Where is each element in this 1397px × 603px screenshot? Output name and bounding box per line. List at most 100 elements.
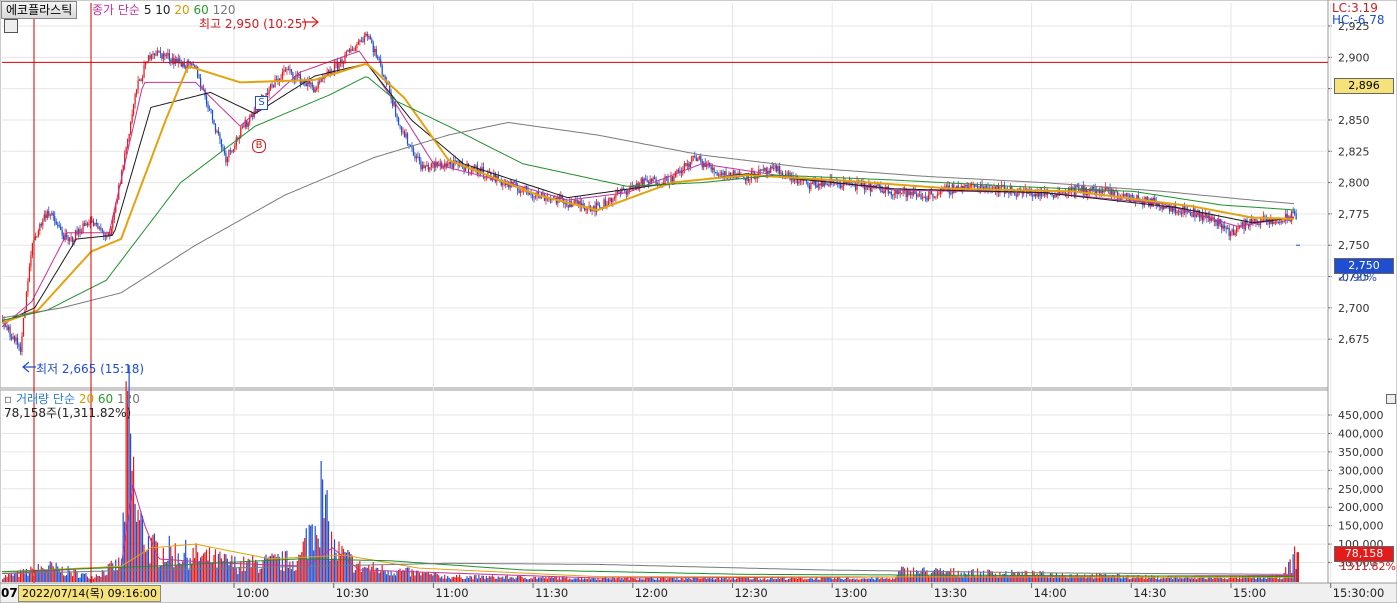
- volume-bar: [290, 569, 292, 582]
- candle-body: [945, 186, 947, 188]
- volume-bar: [1265, 578, 1267, 582]
- volume-bar: [336, 560, 339, 582]
- volume-bar: [525, 579, 528, 582]
- volume-bar: [1294, 546, 1296, 582]
- candle-body: [1103, 190, 1105, 193]
- candle-body: [691, 156, 693, 163]
- candle-body: [141, 77, 144, 82]
- volume-bar: [729, 579, 732, 582]
- candle-body: [935, 196, 937, 198]
- candle-body: [1115, 191, 1117, 193]
- candle-body: [502, 182, 504, 186]
- volume-bar: [132, 456, 135, 582]
- volume-bar: [779, 578, 781, 582]
- vol-legend-ma20: 20: [78, 392, 95, 406]
- volume-bar: [554, 576, 556, 582]
- candle-body: [889, 191, 891, 194]
- candle-body: [420, 160, 422, 170]
- volume-bar: [40, 566, 42, 582]
- candle-body: [463, 167, 465, 171]
- candle-body: [1191, 215, 1193, 217]
- volume-bar: [930, 573, 933, 582]
- volume-bar: [1036, 573, 1038, 582]
- volume-bar: [275, 557, 278, 582]
- volume-bar: [460, 577, 462, 582]
- x-axis-panel: [0, 582, 1397, 603]
- volume-bar: [682, 578, 684, 582]
- candle-body: [266, 93, 269, 95]
- volume-bar: [15, 572, 17, 582]
- volume-bar: [490, 576, 492, 582]
- time-tick-label: 12:00: [635, 586, 668, 600]
- volume-bar: [24, 573, 26, 582]
- volume-bar: [325, 494, 327, 582]
- volume-bar: [686, 578, 688, 582]
- volume-bar: [1030, 577, 1032, 582]
- candle-body: [77, 228, 80, 235]
- volume-bar: [520, 575, 522, 582]
- stock-name-tab[interactable]: 에코플라스틱: [1, 1, 78, 19]
- volume-bar: [424, 572, 426, 582]
- volume-bar: [540, 577, 543, 582]
- volume-bar: [1143, 579, 1145, 582]
- candle-body: [1160, 206, 1162, 208]
- volume-bar: [472, 579, 474, 582]
- volume-bar: [886, 577, 888, 582]
- candle-body: [345, 51, 348, 55]
- volume-bar: [70, 572, 72, 582]
- volume-bar: [909, 570, 912, 582]
- candle-body: [19, 346, 22, 352]
- volume-bar: [677, 579, 679, 582]
- volume-tick-label: 350,000: [1338, 446, 1384, 459]
- date-tooltip: 2022/07/14(목) 09:16:00: [18, 585, 162, 602]
- volume-bar: [737, 577, 739, 582]
- volume-bar: [746, 578, 748, 582]
- volume-bar: [860, 578, 863, 582]
- volume-bar: [1107, 577, 1110, 582]
- volume-bar: [959, 577, 961, 582]
- volume-bar: [841, 578, 843, 582]
- volume-bar: [1038, 576, 1040, 582]
- candle-body: [714, 171, 717, 173]
- volume-bar: [461, 579, 464, 582]
- volume-bar: [758, 579, 760, 582]
- candle-body: [283, 69, 285, 72]
- price-change: -0.90%: [1338, 271, 1377, 284]
- buy-marker[interactable]: B: [252, 139, 266, 153]
- grid-menu-icon[interactable]: [4, 19, 18, 33]
- volume-bar: [756, 577, 758, 582]
- volume-bar: [884, 578, 886, 582]
- candle-body: [445, 163, 447, 167]
- volume-bar: [1079, 577, 1081, 582]
- volume-bar: [652, 578, 654, 582]
- volume-bar: [773, 579, 775, 582]
- stock-chart[interactable]: 2,6752,7002,7252,7502,7752,8002,8252,850…: [0, 0, 1397, 603]
- candle-body: [18, 344, 20, 347]
- candle-body: [228, 150, 230, 158]
- volume-bar: [707, 578, 709, 582]
- volume-bar: [326, 490, 328, 582]
- candle-body: [1292, 211, 1294, 213]
- sell-marker[interactable]: S: [255, 96, 268, 110]
- volume-bar: [653, 579, 656, 582]
- volume-bar: [717, 577, 720, 582]
- volume-bar: [188, 570, 190, 582]
- candle-body: [229, 150, 232, 152]
- volume-bar: [799, 577, 802, 582]
- volume-bar: [266, 558, 269, 582]
- candle-body: [1054, 194, 1056, 198]
- candle-body: [640, 178, 642, 184]
- volume-bar: [183, 552, 185, 582]
- candle-body: [825, 182, 827, 184]
- candle-body: [55, 221, 57, 225]
- candle-body: [646, 179, 648, 182]
- volume-bar: [219, 551, 221, 582]
- volume-bar: [759, 578, 761, 582]
- volume-bar: [52, 566, 54, 582]
- candle-body: [132, 104, 135, 115]
- volume-bar: [761, 579, 763, 582]
- volume-bar: [584, 578, 586, 582]
- candle-body: [207, 104, 209, 109]
- volume-bar: [688, 577, 690, 582]
- volume-panel-toggle-icon[interactable]: [1386, 394, 1396, 404]
